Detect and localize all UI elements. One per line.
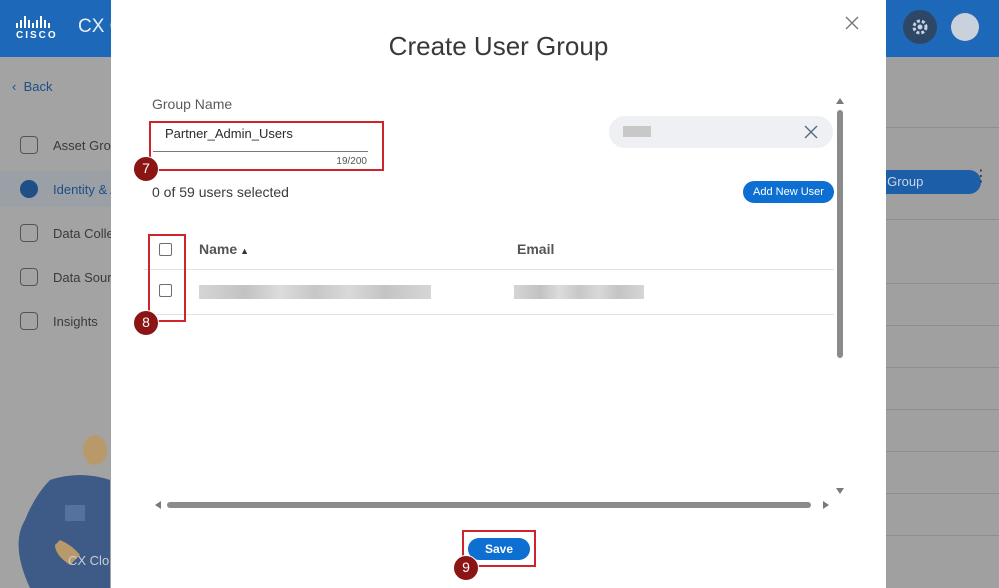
- sidebar-item-data-sources[interactable]: Data Sourc: [20, 266, 118, 288]
- add-new-user-button[interactable]: Add New User: [743, 181, 834, 203]
- gear-icon: [912, 19, 928, 35]
- divider: [886, 127, 999, 128]
- sidebar-item-data-collection[interactable]: Data Colle: [20, 222, 114, 244]
- divider: [886, 409, 999, 410]
- divider: [886, 219, 999, 220]
- table-header: Name ▲ Email: [144, 228, 834, 270]
- sidebar-item-insights[interactable]: Insights: [20, 310, 98, 332]
- brand-text: CISCO: [16, 30, 58, 41]
- asset-icon: [20, 136, 38, 154]
- cisco-logo: CISCO: [16, 16, 58, 41]
- users-selected-count: 0 of 59 users selected: [152, 184, 289, 200]
- dialog-title: Create User Group: [388, 31, 609, 61]
- user-search-field[interactable]: [609, 116, 833, 148]
- mascot-label: CX Clo: [68, 553, 110, 568]
- scroll-up-arrow-icon[interactable]: [836, 98, 844, 104]
- identity-icon: [20, 180, 38, 198]
- close-icon[interactable]: [843, 14, 861, 32]
- divider: [886, 283, 999, 284]
- data-collection-icon: [20, 224, 38, 242]
- database-icon: [20, 268, 38, 286]
- mascot-illustration: CX Clo: [10, 425, 111, 588]
- column-header-name[interactable]: Name ▲: [199, 241, 249, 257]
- clear-search-icon[interactable]: [804, 125, 818, 139]
- sort-ascending-icon: ▲: [240, 246, 250, 256]
- search-query-redacted: [623, 126, 651, 137]
- sidebar-item-label: Insights: [53, 313, 98, 329]
- sidebar-item-label: Identity & A: [53, 181, 119, 197]
- step-badge-7: 7: [133, 156, 159, 182]
- create-user-group-dialog: Create User Group Group Name 19/200 7 0 …: [111, 0, 886, 588]
- scroll-down-arrow-icon[interactable]: [836, 488, 844, 494]
- sidebar-item-label: Data Sourc: [53, 269, 119, 285]
- scroll-right-arrow-icon[interactable]: [823, 501, 829, 509]
- step-badge-9: 9: [453, 555, 479, 581]
- group-name-label: Group Name: [152, 96, 233, 112]
- user-email-redacted: [514, 285, 644, 299]
- background-right-panel: er Group ⋮: [866, 57, 999, 588]
- sidebar-item-identity[interactable]: Identity & A: [20, 178, 119, 200]
- divider: [886, 451, 999, 452]
- divider: [886, 493, 999, 494]
- settings-button[interactable]: [903, 10, 937, 44]
- divider: [886, 367, 999, 368]
- more-options-icon[interactable]: ⋮: [973, 169, 989, 185]
- user-avatar[interactable]: [951, 13, 979, 41]
- back-label: Back: [23, 79, 53, 94]
- step-badge-8: 8: [133, 310, 159, 336]
- horizontal-scrollbar[interactable]: [167, 502, 811, 508]
- sidebar-item-asset-groups[interactable]: Asset Grou: [20, 134, 118, 156]
- divider: [886, 535, 999, 536]
- scroll-left-arrow-icon[interactable]: [155, 501, 161, 509]
- highlight-box-group-name: [149, 121, 384, 171]
- vertical-scrollbar[interactable]: [837, 110, 843, 358]
- column-name-label: Name: [199, 241, 238, 257]
- insights-icon: [20, 312, 38, 330]
- table-row: [144, 270, 834, 315]
- sidebar-item-label: Data Colle: [53, 225, 114, 241]
- column-header-email[interactable]: Email: [517, 241, 554, 257]
- sidebar-item-label: Asset Grou: [53, 137, 119, 153]
- user-name-redacted: [199, 285, 431, 299]
- divider: [886, 325, 999, 326]
- back-link[interactable]: ‹ Back: [12, 79, 52, 94]
- highlight-box-checkboxes: [148, 234, 186, 322]
